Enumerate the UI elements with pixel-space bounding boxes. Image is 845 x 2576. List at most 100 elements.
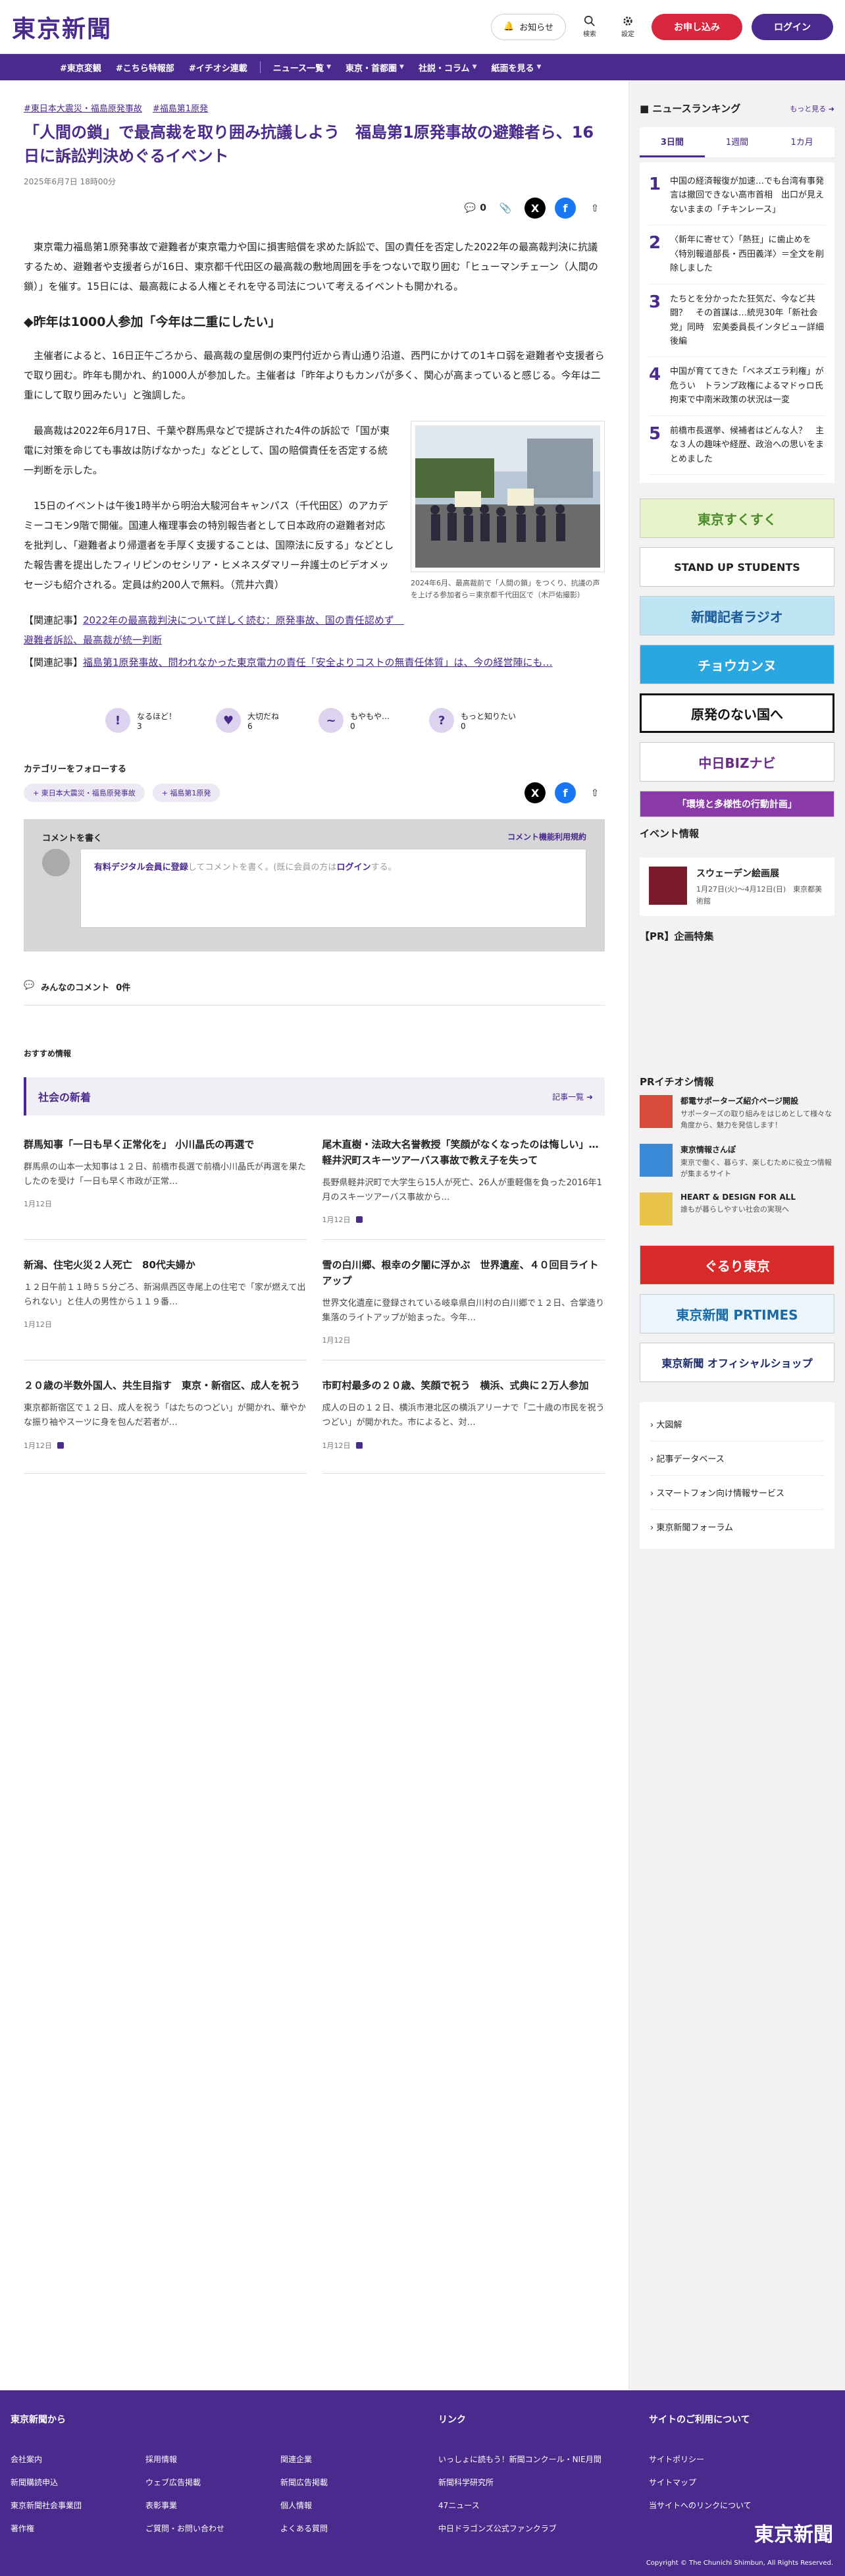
sidebar-link[interactable]: › スマートフォン向け情報サービス [650,1476,824,1511]
register-link[interactable]: 有料デジタル会員に登録 [94,863,188,872]
news-headline: 市町村最多の２０歳、笑顔で祝う 横浜、式典に２万人参加 [322,1380,589,1392]
footer-link[interactable]: ウェブ広告掲載 [145,2477,280,2488]
comment-input[interactable]: 有料デジタル会員に登録してコメントを書く。(既に会員の方はログインする。 [80,849,586,928]
banner-genpatsu[interactable]: 原発のない国へ [640,693,834,733]
news-card[interactable]: 群馬知事「一日も早く正常化を」 小川晶氏の再選で 群馬県の山本一太知事は１２日、… [24,1134,307,1241]
nav-editorial-label: 社説・コラム [418,63,470,74]
share-facebook-button[interactable]: f [555,198,576,219]
site-logo[interactable]: 東京新聞 [12,10,112,44]
banner-sukusuku[interactable]: 東京すくすく [640,498,834,538]
ranking-item[interactable]: 5 前橋市長選挙、候補者はどんな人？ 主な３人の趣味や経歴、政治への思いをまとめま… [649,416,825,475]
footer-link[interactable]: 個人情報 [280,2500,415,2511]
pr-title: PRイチオシ情報 [640,1076,714,1088]
footer-link[interactable]: 東京新聞社会事業団 [11,2500,145,2511]
nav-hashtag-1[interactable]: #東京変観 [53,61,109,74]
ranking-item[interactable]: 2 〈新年に寄せて〉「熱狂」に歯止めを 〈特別報道部長・西田義洋〉＝全文を削除しま… [649,225,825,284]
reaction-naruhodo[interactable]: ! なるほど！ 3 [105,708,176,733]
footer-link[interactable]: 表彰事業 [145,2500,280,2511]
news-card[interactable]: ２０歳の半数外国人、共生目指す 東京・新宿区、成人を祝う 東京都新宿区で１２日、… [24,1375,307,1474]
footer-link[interactable]: 新聞科学研究所 [438,2477,649,2488]
nav-editorial[interactable]: 社説・コラム ▼ [411,61,484,74]
pr-item[interactable]: 都電サポーターズ紹介ページ開設 サポーターズの取り組みをはじめとして様々な角度から… [640,1088,834,1137]
footer-logo[interactable]: 東京新聞 [754,2518,833,2547]
nav-news-list[interactable]: ニュース一覧 ▼ [266,61,338,74]
article-tag[interactable]: #福島第1原発 [153,101,208,114]
login-link[interactable]: ログイン [336,863,371,872]
news-headline: 新潟、住宅火災２人死亡 80代夫婦か [24,1259,195,1272]
settings-button[interactable]: 設定 [613,15,642,38]
news-card[interactable]: 新潟、住宅火災２人死亡 80代夫婦か １２日午前１１時５５分ごろ、新潟県西区寺尾… [24,1254,307,1361]
footer-link[interactable]: 新聞広告掲載 [280,2477,415,2488]
nav-tokyo[interactable]: 東京・首都圏 ▼ [338,61,411,74]
comment-terms-link[interactable]: コメント機能利用規約 [507,831,586,844]
footer-link[interactable]: ご質問・お問い合わせ [145,2523,280,2534]
section-more-link[interactable]: 記事一覧 ➜ [552,1091,593,1102]
tab-1month[interactable]: 1カ月 [769,127,834,157]
reaction-moyamoya[interactable]: ~ もやもや… 0 [319,708,390,733]
apply-button[interactable]: お申し込み [652,13,742,40]
comment-count-button[interactable]: 💬 0 [465,203,486,213]
share-x-button[interactable]: X [525,782,546,803]
footer-col-title: 東京新聞から [11,2415,66,2425]
share-facebook-button[interactable]: f [555,782,576,803]
nav-paper[interactable]: 紙面を見る ▼ [484,61,548,74]
footer-link-list: いっしょに読もう！新聞コンクール・NIE月間 新聞科学研究所 47ニュース 中日… [438,2454,649,2534]
pr-item[interactable]: HEART & DESIGN FOR ALL 誰もが暮らしやすい社会の実現へ [640,1186,834,1232]
follow-chip[interactable]: + 福島第1原発 [152,784,220,802]
photo-image[interactable] [411,421,605,572]
footer-link[interactable]: サイトポリシー [649,2454,752,2465]
sidebar-link[interactable]: › 大図解 [650,1407,824,1442]
pr-item-desc: 誰もが暮らしやすい社会の実現へ [680,1205,789,1214]
related-link[interactable]: 福島第1原発事故、問われなかった東京電力の責任「安全よりコストの無責任体質」は、… [83,657,553,668]
share-x-button[interactable]: X [525,198,546,219]
banner-bizinavi[interactable]: 中日BIZナビ [640,742,834,782]
footer-link[interactable]: 会社案内 [11,2454,145,2465]
ranking-more-link[interactable]: もっと見る ➜ [790,103,834,114]
reaction-taisetsu[interactable]: ♥ 大切だね 6 [216,708,279,733]
nav-hashtag-2[interactable]: #こちら特報部 [109,61,182,74]
article-main: #東日本大震災・福島原発事故 #福島第1原発 「人間の鎖」で最高裁を取り囲み抗議… [0,80,628,2411]
footer-link[interactable]: 中日ドラゴンズ公式ファンクラブ [438,2523,649,2534]
banner-gururi[interactable]: ぐるり東京 [640,1245,834,1285]
reaction-bar: ! なるほど！ 3 ♥ 大切だね 6 ~ もやもや… 0 ? もっと知りたい 0 [105,708,605,733]
banner-prtimes[interactable]: 東京新聞 PRTIMES [640,1294,834,1334]
banner-standup[interactable]: STAND UP STUDENTS [640,547,834,587]
banner-chokanu[interactable]: チョウカンヌ [640,645,834,684]
share-button[interactable]: ⇧ [585,198,605,218]
ranking-item[interactable]: 4 中国が育ててきた「ベネズエラ利権」が危うい トランプ政権によるマドゥロ氏拘束で… [649,357,825,416]
news-card[interactable]: 市町村最多の２０歳、笑顔で祝う 横浜、式典に２万人参加 成人の日の１２日、横浜市… [322,1375,605,1474]
footer-link[interactable]: 当サイトへのリンクについて [649,2500,752,2511]
nav-hashtag-3[interactable]: #イチオシ連載 [182,61,255,74]
search-button[interactable]: 検索 [575,15,604,38]
tab-3days[interactable]: 3日間 [640,127,705,157]
footer-link[interactable]: いっしょに読もう！新聞コンクール・NIE月間 [438,2454,649,2465]
notice-button[interactable]: 🔔 お知らせ [491,13,566,40]
footer-link[interactable]: 47ニュース [438,2500,649,2511]
footer-link[interactable]: サイトマップ [649,2477,752,2488]
reaction-motto[interactable]: ? もっと知りたい 0 [429,708,516,733]
sidebar-link[interactable]: › 記事データベース [650,1441,824,1476]
footer-link[interactable]: 関連企業 [280,2454,415,2465]
pr-item[interactable]: 東京情報さんぽ 東京で働く、暮らす、楽しむために役立つ情報が集まるサイト [640,1137,834,1186]
sidebar-link[interactable]: › 東京新聞フォーラム [650,1510,824,1543]
sidebar-links: › 大図解 › 記事データベース › スマートフォン向け情報サービス › 東京新… [640,1402,834,1549]
footer-link[interactable]: 著作権 [11,2523,145,2534]
banner-shop[interactable]: 東京新聞 オフィシャルショップ [640,1343,834,1383]
ranking-item[interactable]: 1 中国の経済報復が加速…でも台湾有事発言は撤回できない高市首相 出口が見えないま… [649,167,825,226]
login-button[interactable]: ログイン [752,13,833,40]
ranking-item[interactable]: 3 たちとを分かったた狂気だ、今など共闘？ その首謀は…統児30年「新社会党」同時… [649,284,825,358]
banner-action-plan[interactable]: 「環境と多様性の行動計画」 [640,791,834,817]
follow-chip[interactable]: + 東日本大震災・福島原発事故 [24,784,145,802]
news-card[interactable]: 雪の白川郷、根幸の夕闇に浮かぶ 世界遺産、４０回目ライトアップ 世界文化遺産に登… [322,1254,605,1361]
share-button[interactable]: ⇧ [585,783,605,803]
event-card[interactable]: スウェーデン絵画展 1月27日(火)～4月12日(日) 東京都美術館 [640,857,834,917]
footer-link[interactable]: 新聞購読申込 [11,2477,145,2488]
article-tag[interactable]: #東日本大震災・福島原発事故 [24,101,142,114]
news-card[interactable]: 尾木直樹・法政大名誉教授「笑顔がなくなったのは悔しい」…軽井沢町スキーツアーバス… [322,1134,605,1241]
footer-link[interactable]: よくある質問 [280,2523,415,2534]
banner-radio[interactable]: 新聞記者ラジオ [640,596,834,635]
page-layout: #東日本大震災・福島原発事故 #福島第1原発 「人間の鎖」で最高裁を取り囲み抗議… [0,80,845,2411]
footer-link[interactable]: 採用情報 [145,2454,280,2465]
clip-button[interactable]: 📎 [496,198,515,218]
tab-1week[interactable]: 1週間 [705,127,770,157]
